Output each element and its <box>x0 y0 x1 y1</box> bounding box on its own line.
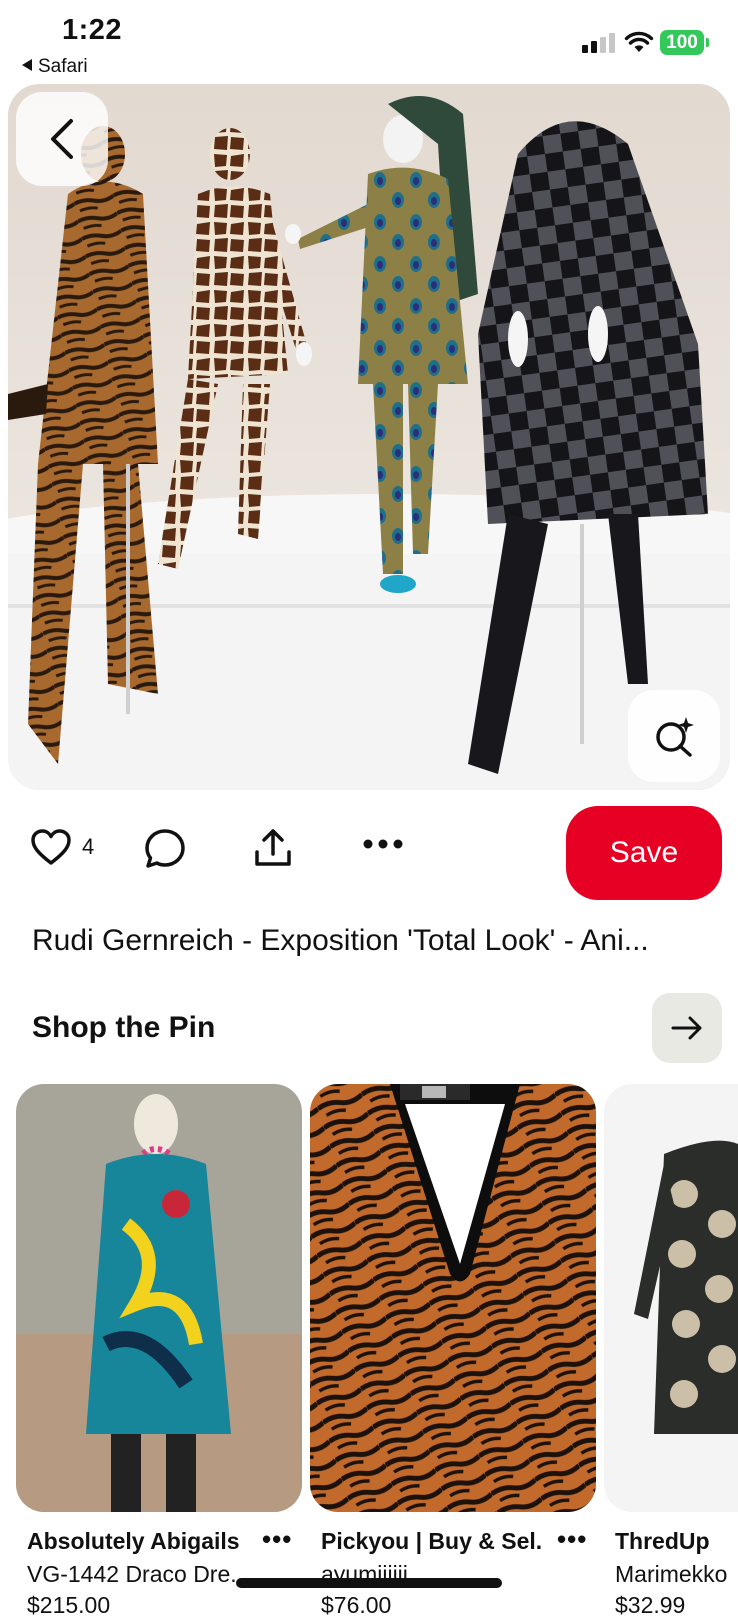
product-name[interactable]: VG-1442 Draco Dre... <box>27 1561 237 1588</box>
product-seller[interactable]: Pickyou | Buy & Sel... <box>321 1528 543 1555</box>
like-count: 4 <box>82 834 95 859</box>
home-indicator[interactable] <box>236 1578 502 1588</box>
heart-icon <box>31 829 71 865</box>
shop-see-all-button[interactable] <box>652 993 722 1063</box>
more-options-button[interactable] <box>362 838 404 850</box>
shop-section-heading: Shop the Pin <box>32 1011 216 1044</box>
arrow-right-icon <box>671 1016 702 1040</box>
back-triangle-icon <box>22 59 32 71</box>
product-image[interactable] <box>604 1084 738 1512</box>
back-button[interactable] <box>16 92 108 186</box>
share-button[interactable] <box>252 828 294 870</box>
product-price: $32.99 <box>615 1592 686 1618</box>
visual-search-button[interactable] <box>628 690 720 782</box>
cellular-signal-icon <box>582 33 616 53</box>
product-photo-dress <box>16 1084 302 1512</box>
status-bar: 1:22 Safari 100 <box>0 0 738 84</box>
pin-photo-illustration <box>8 84 730 790</box>
status-time: 1:22 <box>62 14 123 46</box>
product-seller[interactable]: Absolutely Abigails <box>27 1528 247 1555</box>
back-to-safari-link[interactable]: Safari <box>22 56 88 78</box>
pin-title[interactable]: Rudi Gernreich - Exposition 'Total Look'… <box>32 924 712 958</box>
comment-button[interactable] <box>144 828 186 870</box>
product-image[interactable] <box>16 1084 302 1512</box>
product-photo-tiger-top <box>310 1084 596 1512</box>
share-icon <box>255 829 291 866</box>
lens-sparkle-icon <box>656 717 694 757</box>
product-photo-dot-dress <box>604 1084 738 1512</box>
back-app-label: Safari <box>38 56 88 77</box>
product-image[interactable] <box>310 1084 596 1512</box>
product-price: $215.00 <box>27 1592 111 1618</box>
product-more-button[interactable]: ••• <box>557 1524 587 1555</box>
chevron-left-icon <box>51 119 73 159</box>
product-seller[interactable]: ThredUp <box>615 1528 738 1555</box>
like-button[interactable]: 4 <box>30 828 94 866</box>
more-icon: ••• <box>557 1524 588 1554</box>
more-icon: ••• <box>262 1524 293 1554</box>
comment-icon <box>145 829 185 868</box>
product-price: $76.00 <box>321 1592 392 1618</box>
wifi-icon <box>624 31 654 52</box>
product-name[interactable]: Marimekko <box>615 1561 738 1588</box>
product-more-button[interactable]: ••• <box>262 1524 292 1555</box>
battery-indicator: 100 <box>660 30 709 55</box>
pin-image[interactable] <box>8 84 730 790</box>
save-button[interactable]: Save <box>566 806 722 900</box>
more-icon <box>363 839 403 849</box>
